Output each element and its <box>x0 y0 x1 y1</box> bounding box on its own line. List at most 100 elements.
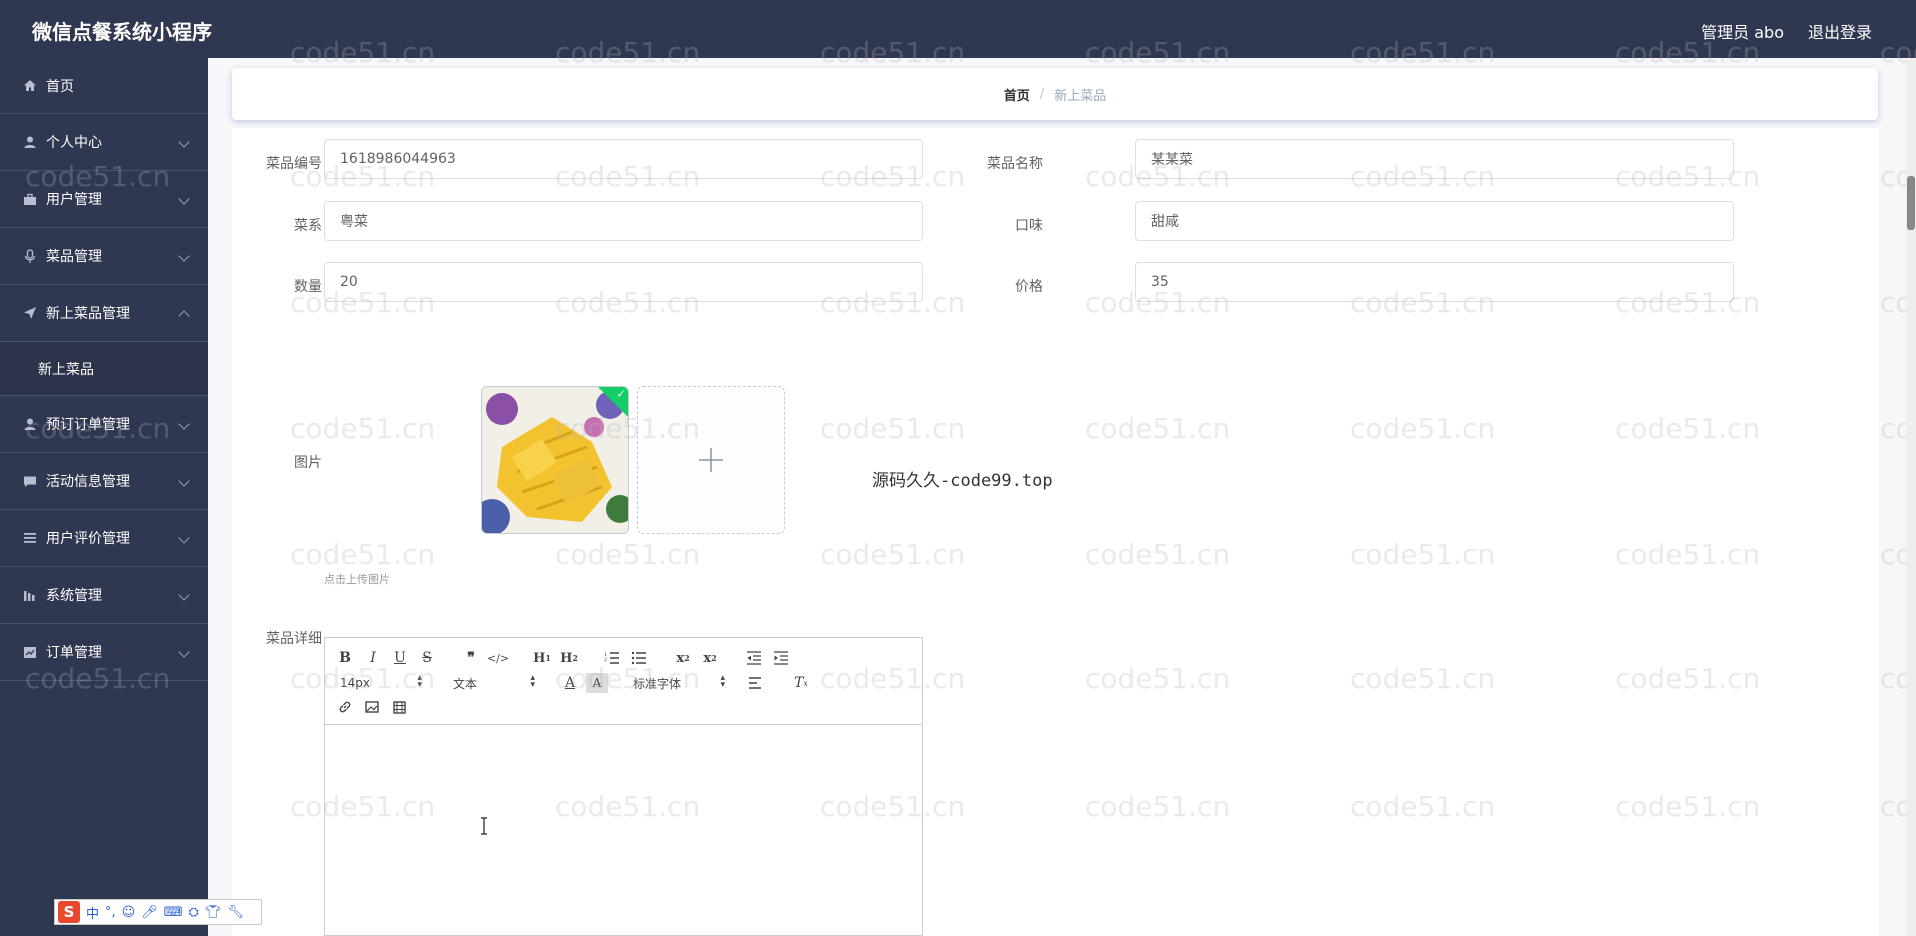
message-icon <box>22 473 38 489</box>
ime-language[interactable]: 中 <box>86 903 99 922</box>
font-size-select[interactable]: 14px ▴ ▾ <box>340 673 422 693</box>
chevron-down-icon <box>178 532 190 544</box>
blockquote-icon[interactable]: ❞ <box>460 648 482 668</box>
sidebar-item-order-management[interactable]: 订单管理 <box>0 624 208 681</box>
admin-user-label: 管理员 abo <box>1701 23 1784 42</box>
font-family-select[interactable]: 标准字体 ▴ ▾ <box>633 673 725 693</box>
bullet-list-icon[interactable] <box>628 648 650 668</box>
dish-form: 菜品编号 1618986044963 菜品名称 某某菜 菜系 粤菜 口味 甜咸 … <box>232 128 1878 936</box>
editor-content-area[interactable] <box>325 725 922 935</box>
sidebar-item-label: 个人中心 <box>46 135 102 151</box>
sidebar-item-label: 用户管理 <box>46 192 102 208</box>
emoji-icon[interactable]: ☺ <box>122 905 136 920</box>
header1-button[interactable]: H1 <box>531 648 553 668</box>
home-icon <box>22 78 38 94</box>
mic-icon <box>22 248 38 264</box>
chevron-down-icon <box>178 646 190 658</box>
background-color-icon[interactable]: A <box>586 673 608 693</box>
image-label: 图片 <box>294 455 322 471</box>
sidebar-item-review-management[interactable]: 用户评价管理 <box>0 510 208 567</box>
italic-button[interactable]: I <box>362 648 384 668</box>
chevron-down-icon <box>178 418 190 430</box>
sidebar-item-label: 活动信息管理 <box>46 474 130 490</box>
clear-format-icon[interactable]: Tx <box>790 673 812 693</box>
breadcrumb-separator: / <box>1039 86 1045 102</box>
chart-box-icon <box>22 644 38 660</box>
sidebar-item-label: 系统管理 <box>46 588 102 604</box>
image-insert-icon[interactable] <box>361 697 383 717</box>
sidebar-item-personal-center[interactable]: 个人中心 <box>0 114 208 171</box>
font-family-value: 标准字体 <box>633 676 682 691</box>
ordered-list-icon[interactable]: 12 <box>601 648 623 668</box>
editor-toolbar: B I U S ❞ </> H1 H2 12 x2 x2 14px ▴ ▾ 文本… <box>325 638 922 725</box>
taste-label: 口味 <box>1015 218 1043 234</box>
quantity-field[interactable]: 20 <box>324 262 923 302</box>
chevron-down-icon <box>178 193 190 205</box>
app-title: 微信点餐系统小程序 <box>32 20 212 44</box>
dish-name-label: 菜品名称 <box>987 156 1043 172</box>
sogou-logo-icon[interactable]: S <box>58 901 80 923</box>
dish-code-field[interactable]: 1618986044963 <box>324 139 923 179</box>
underline-button[interactable]: U <box>389 648 411 668</box>
sidebar-item-user-management[interactable]: 用户管理 <box>0 171 208 228</box>
breadcrumb: 首页 / 新上菜品 <box>232 68 1878 120</box>
rich-text-editor: B I U S ❞ </> H1 H2 12 x2 x2 14px ▴ ▾ 文本… <box>324 637 923 936</box>
quantity-label: 数量 <box>294 279 322 295</box>
main-content: 首页 / 新上菜品 菜品编号 1618986044963 菜品名称 某某菜 菜系… <box>208 58 1916 936</box>
shirt-icon[interactable]: 👕︎ <box>205 905 222 920</box>
sidebar-item-label: 用户评价管理 <box>46 531 130 547</box>
link-icon[interactable] <box>334 697 356 717</box>
dish-name-field[interactable]: 某某菜 <box>1135 139 1734 179</box>
scrollbar-thumb[interactable] <box>1907 176 1915 230</box>
upload-hint: 点击上传图片 <box>324 573 390 586</box>
skin-icon[interactable]: ⛭ <box>189 905 199 920</box>
sidebar-item-home[interactable]: 首页 <box>0 58 208 114</box>
top-bar: 微信点餐系统小程序 管理员 abo 退出登录 <box>0 0 1916 58</box>
wrench-icon[interactable]: 🔧︎ <box>227 905 244 920</box>
uploaded-dish-image[interactable]: ✓ <box>481 386 629 534</box>
voice-icon[interactable]: 🎤︎ <box>141 905 158 920</box>
font-color-icon[interactable]: A <box>559 673 581 693</box>
strikethrough-button[interactable]: S <box>416 648 438 668</box>
header2-button[interactable]: H2 <box>558 648 580 668</box>
price-field[interactable]: 35 <box>1135 262 1734 302</box>
ime-toolbar: S 中 °, ☺ 🎤︎ ⌨ ⛭ 👕︎ 🔧︎ <box>54 899 262 925</box>
sidebar-item-label: 菜品管理 <box>46 249 102 265</box>
sidebar-subitem-new-dish[interactable]: 新上菜品 <box>0 342 208 396</box>
page-scrollbar[interactable] <box>1906 58 1916 936</box>
check-icon: ✓ <box>616 387 626 401</box>
text-type-value: 文本 <box>453 676 478 691</box>
user-icon <box>22 134 38 150</box>
sidebar-item-activity-management[interactable]: 活动信息管理 <box>0 453 208 510</box>
dish-detail-label: 菜品详细 <box>266 631 322 647</box>
text-type-select[interactable]: 文本 ▴ ▾ <box>453 673 535 693</box>
breadcrumb-home[interactable]: 首页 <box>1004 85 1030 104</box>
keyboard-icon[interactable]: ⌨ <box>164 905 183 920</box>
sidebar-item-system-management[interactable]: 系统管理 <box>0 567 208 624</box>
align-left-icon[interactable] <box>744 673 766 693</box>
subscript-button[interactable]: x2 <box>672 648 694 668</box>
chevron-up-icon <box>178 310 190 322</box>
bold-button[interactable]: B <box>334 648 356 668</box>
price-label: 价格 <box>1015 279 1043 295</box>
taste-field[interactable]: 甜咸 <box>1135 201 1734 241</box>
code-block-icon[interactable]: </> <box>487 648 509 668</box>
sidebar-subitem-label: 新上菜品 <box>38 361 94 378</box>
select-arrows-icon: ▴ ▾ <box>530 673 535 690</box>
video-insert-icon[interactable] <box>388 697 410 717</box>
sidebar: 首页 个人中心 用户管理 菜品管理 新上菜品管理 新上菜品 预订订单管理 活动信… <box>0 58 208 936</box>
sidebar-item-label: 订单管理 <box>46 645 102 661</box>
site-watermark: 源码久久-code99.top <box>872 471 1053 491</box>
sidebar-item-reservation-orders[interactable]: 预订订单管理 <box>0 396 208 453</box>
cuisine-field[interactable]: 粤菜 <box>324 201 923 241</box>
superscript-button[interactable]: x2 <box>699 648 721 668</box>
sidebar-item-dish-management[interactable]: 菜品管理 <box>0 228 208 285</box>
indent-icon[interactable] <box>770 648 792 668</box>
user-icon <box>22 416 38 432</box>
logout-button[interactable]: 退出登录 <box>1808 19 1872 43</box>
outdent-icon[interactable] <box>743 648 765 668</box>
sidebar-item-new-dish-management[interactable]: 新上菜品管理 <box>0 285 208 342</box>
briefcase-icon <box>22 191 38 207</box>
punctuation-icon[interactable]: °, <box>105 905 116 920</box>
upload-add-button[interactable] <box>637 386 785 534</box>
